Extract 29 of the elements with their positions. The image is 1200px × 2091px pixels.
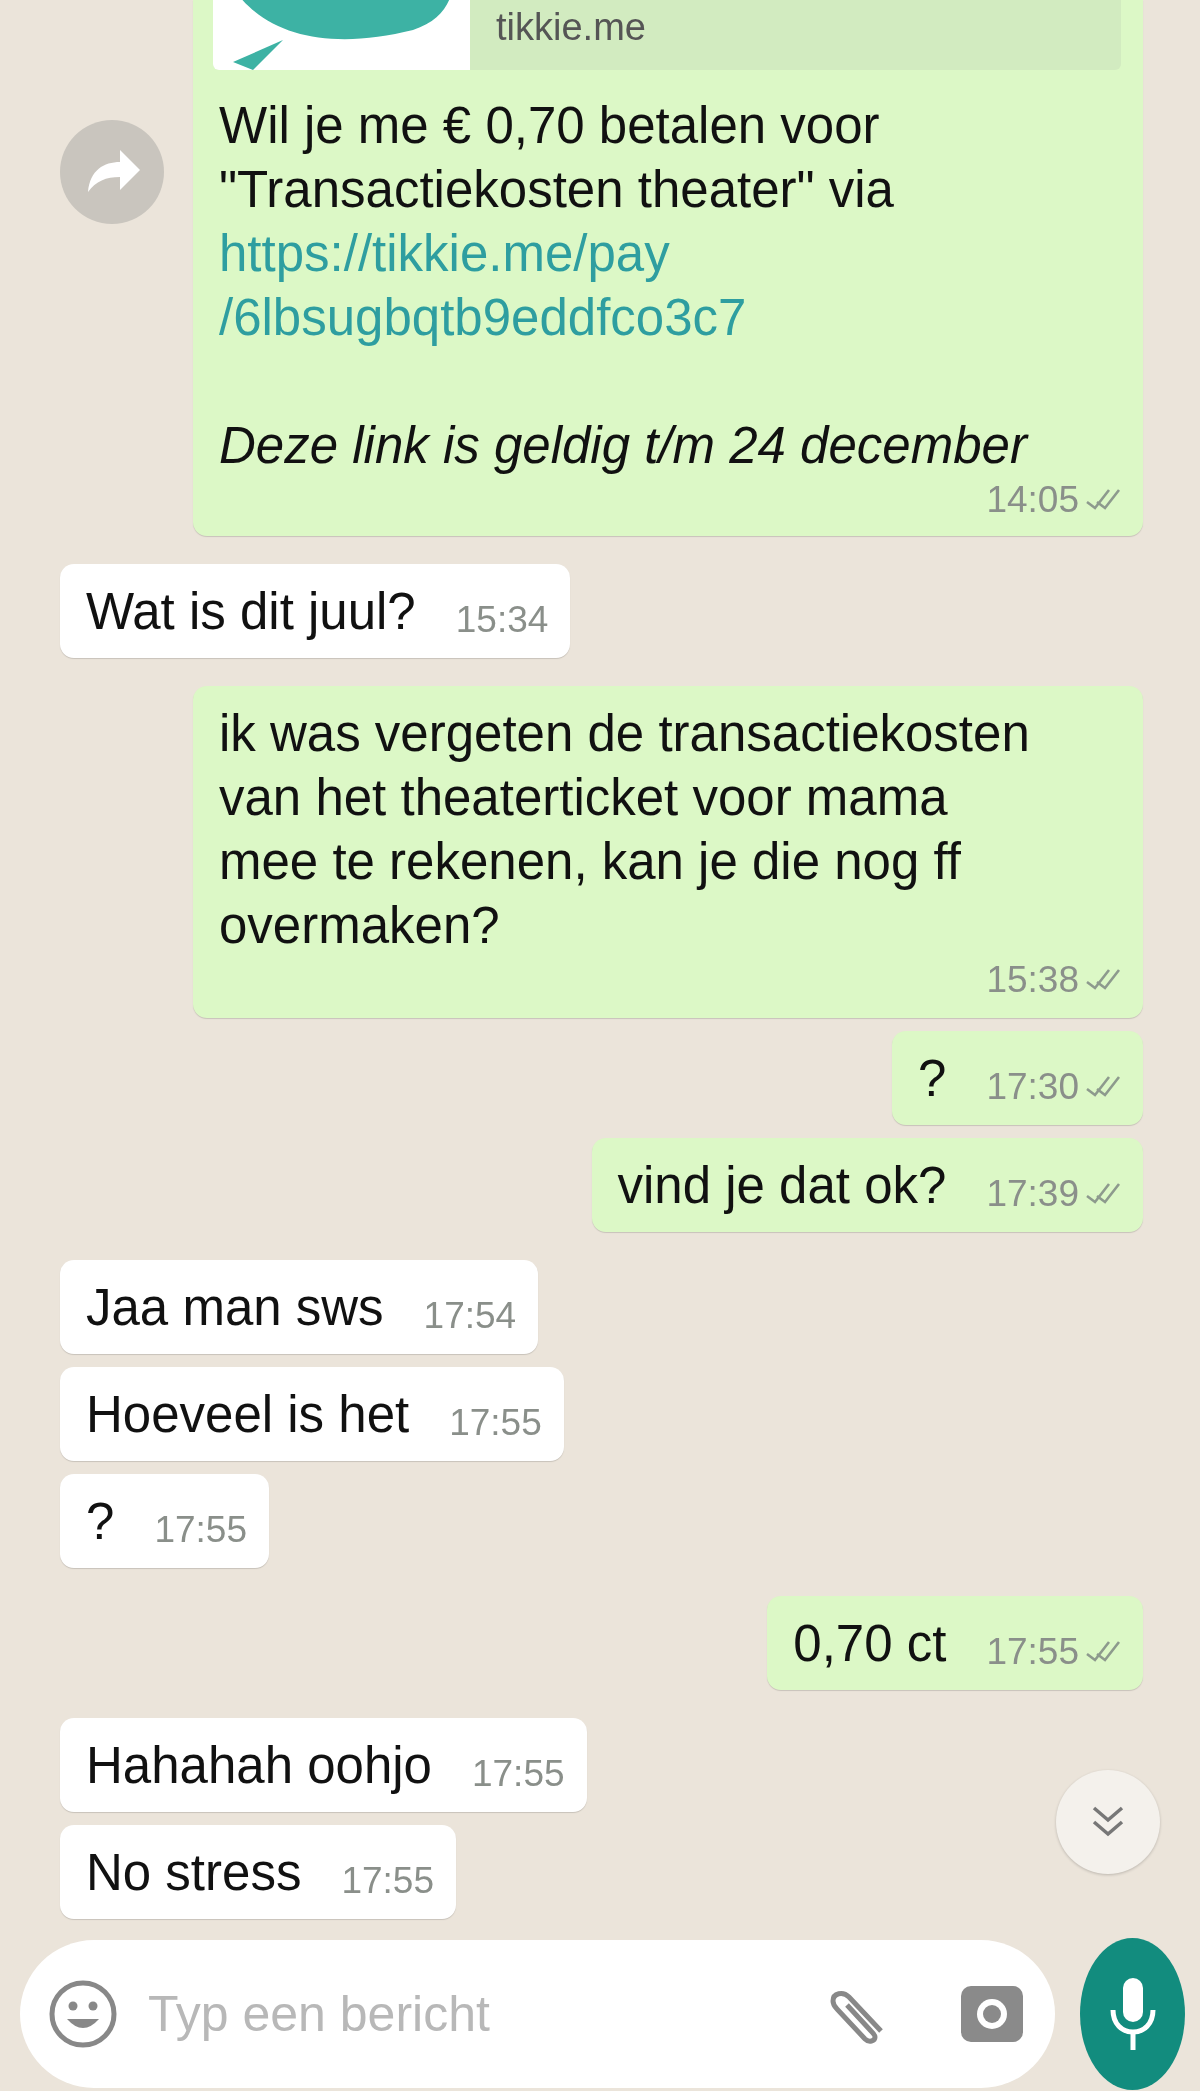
message-text: Wil je me € 0,70 betalen voor "Transactiekosten theater" via bbox=[218, 96, 895, 220]
message-time: 17:54 bbox=[423, 1294, 517, 1338]
validity-note: Deze link is geldig t/m 24 december bbox=[218, 416, 1030, 476]
message-text: No stress bbox=[86, 1843, 302, 1903]
message-text: Jaa man sws bbox=[86, 1278, 384, 1338]
message-time: 17:55 bbox=[986, 1630, 1079, 1674]
message-text: 0,70 ct bbox=[793, 1614, 947, 1674]
camera-icon[interactable] bbox=[959, 1983, 1025, 2044]
message-text: vind je dat ok? bbox=[617, 1156, 947, 1216]
message-time: 15:34 bbox=[455, 598, 549, 642]
message-time: 17:55 bbox=[449, 1401, 542, 1445]
message-text: ? bbox=[918, 1049, 947, 1109]
message-text: Wat is dit juul? bbox=[86, 582, 416, 642]
message-time: 17:55 bbox=[154, 1508, 247, 1552]
message-time: 17:55 bbox=[471, 1752, 565, 1796]
message-time: 15:38 bbox=[986, 958, 1079, 1002]
message-text: Hahahah oohjo bbox=[86, 1736, 432, 1796]
link-domain: tikkie.me bbox=[495, 5, 646, 50]
message-text: ? bbox=[86, 1492, 115, 1552]
message-time: 14:05 bbox=[986, 478, 1079, 522]
message-time: 17:39 bbox=[986, 1172, 1079, 1216]
message-text: Hoeveel is het bbox=[86, 1385, 410, 1445]
message-input[interactable]: Typ een bericht bbox=[146, 1983, 793, 2044]
message-time: 17:55 bbox=[341, 1859, 434, 1903]
message-field[interactable]: Typ een bericht bbox=[20, 1939, 1055, 2088]
message-time: 17:30 bbox=[986, 1065, 1079, 1109]
link-preview[interactable]: tikkie.me bbox=[213, 0, 1121, 70]
smiley-icon[interactable] bbox=[48, 1978, 118, 2049]
message-text: ik was vergeten de transactiekosten van het theaterticket voor mama mee te rekenen, kan je die nog ff overmaken? bbox=[219, 704, 1030, 956]
